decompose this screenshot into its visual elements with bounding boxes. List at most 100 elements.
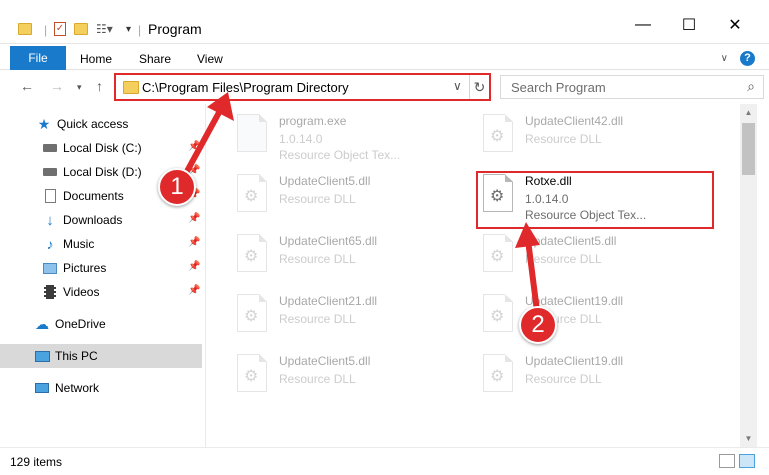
file-item[interactable]: ⚙ UpdateClient5.dll Resource DLL (233, 168, 463, 222)
back-arrow-icon[interactable]: ← (20, 78, 34, 94)
folder-icon (123, 81, 139, 94)
sidebar-item-label: This PC (55, 349, 98, 363)
refresh-icon[interactable]: ↻ (469, 75, 489, 99)
music-icon: ♪ (46, 236, 54, 252)
vertical-scrollbar[interactable]: ▲ ▼ (740, 104, 757, 447)
file-item[interactable]: ⚙ UpdateClient5.dll Resource DLL (233, 348, 463, 402)
pin-icon[interactable]: 📌 (188, 213, 200, 224)
search-input[interactable]: Search Program (511, 80, 606, 95)
drive-icon (42, 164, 58, 180)
videos-icon (42, 284, 58, 300)
file-name: UpdateClient5.dll (279, 174, 371, 188)
navigation-pane: ★ Quick access Local Disk (C:) 📌 Local D… (0, 104, 206, 447)
address-bar[interactable]: C:\Program Files\Program Directory ∨ ↻ (114, 73, 491, 101)
file-item[interactable]: ⚙ UpdateClient65.dll Resource DLL (233, 228, 463, 282)
file-type: Resource DLL (279, 372, 356, 386)
sidebar-item-label: Network (55, 381, 100, 395)
address-dropdown-icon[interactable]: ∨ (453, 79, 462, 93)
scroll-down-icon[interactable]: ▼ (740, 430, 757, 447)
file-item[interactable]: ⚙ UpdateClient21.dll Resource DLL (233, 288, 463, 342)
file-name: UpdateClient5.dll (525, 234, 617, 248)
pin-icon[interactable]: 📌 (188, 261, 200, 272)
sidebar-item-label: Local Disk (D:) (63, 165, 142, 179)
recent-locations-icon[interactable]: ▾ (77, 82, 82, 93)
forward-arrow-icon[interactable]: → (50, 78, 64, 94)
ribbon: File Home Share View ∨ ? (0, 44, 769, 70)
sidebar-item-label: Documents (63, 189, 124, 203)
status-bar: 129 items (0, 447, 769, 475)
customize-toolbar-icon[interactable]: ☷▾ (96, 18, 113, 40)
file-type: Resource DLL (525, 372, 602, 386)
file-name: UpdateClient19.dll (525, 354, 624, 368)
sidebar-item-music[interactable]: ♪ Music 📌 (0, 232, 202, 256)
cloud-icon: ☁ (35, 315, 49, 332)
scroll-up-icon[interactable]: ▲ (740, 104, 757, 121)
step-2-badge: 2 (519, 306, 557, 344)
tab-home[interactable]: Home (80, 52, 112, 66)
sidebar-item-label: Quick access (57, 117, 129, 131)
window-title: Program (148, 21, 202, 37)
tab-view[interactable]: View (197, 52, 223, 66)
documents-icon (42, 188, 58, 204)
file-name: UpdateClient65.dll (279, 234, 378, 248)
file-type: Resource DLL (525, 252, 602, 266)
up-arrow-icon[interactable]: ↑ (96, 78, 103, 94)
sidebar-item-label: OneDrive (55, 317, 106, 331)
details-view-icon[interactable] (719, 454, 735, 468)
file-type: Resource DLL (279, 252, 356, 266)
file-item[interactable]: ⚙ UpdateClient5.dll Resource DLL (479, 228, 709, 282)
sidebar-item-quick-access[interactable]: ★ Quick access (0, 112, 202, 136)
file-type: Resource DLL (279, 192, 356, 206)
file-item[interactable]: ⚙ UpdateClient42.dll Resource DLL (479, 108, 709, 162)
new-folder-icon[interactable] (74, 18, 88, 40)
sidebar-item-label: Downloads (63, 213, 123, 227)
pictures-icon (42, 260, 58, 276)
sidebar-item-this-pc[interactable]: This PC (0, 344, 202, 368)
help-icon[interactable]: ? (740, 51, 755, 66)
downloads-icon: ↓ (46, 211, 54, 229)
search-box[interactable]: Search Program ⌕ (500, 75, 764, 99)
file-item[interactable]: program.exe 1.0.14.0 Resource Object Tex… (233, 108, 463, 162)
highlight-box (476, 171, 714, 229)
scroll-thumb[interactable] (742, 123, 755, 175)
dll-icon: ⚙ (233, 234, 271, 278)
tab-file[interactable]: File (10, 46, 66, 70)
sidebar-item-label: Local Disk (C:) (63, 141, 142, 155)
file-name: UpdateClient5.dll (279, 354, 371, 368)
pin-icon[interactable]: 📌 (188, 285, 200, 296)
step-1-badge: 1 (158, 168, 196, 206)
title-bar: | ✓ ☷▾ ▾ | Program — ☐ ✕ (0, 0, 769, 44)
file-item[interactable]: ⚙ UpdateClient19.dll Resource DLL (479, 348, 709, 402)
file-list: program.exe 1.0.14.0 Resource Object Tex… (207, 104, 740, 447)
pin-icon[interactable]: 📌 (188, 141, 200, 152)
drive-icon (42, 140, 58, 156)
sidebar-item-onedrive[interactable]: ☁ OneDrive (0, 312, 202, 336)
properties-icon[interactable]: ✓ (54, 18, 66, 40)
dll-icon: ⚙ (233, 174, 271, 218)
minimize-button[interactable]: — (620, 10, 666, 40)
sidebar-item-local-disk-c[interactable]: Local Disk (C:) 📌 (0, 136, 202, 160)
tab-share[interactable]: Share (139, 52, 171, 66)
exe-icon (233, 114, 271, 158)
sidebar-item-label: Videos (63, 285, 100, 299)
maximize-button[interactable]: ☐ (666, 10, 712, 40)
item-count: 129 items (10, 455, 63, 469)
computer-icon (34, 348, 50, 364)
file-item[interactable]: ⚙ UpdateClient19.dll Resource DLL (479, 288, 709, 342)
address-path[interactable]: C:\Program Files\Program Directory (142, 80, 349, 95)
sidebar-item-network[interactable]: Network (0, 376, 202, 400)
sidebar-item-videos[interactable]: Videos 📌 (0, 280, 202, 304)
close-button[interactable]: ✕ (712, 10, 758, 40)
search-icon: ⌕ (747, 78, 755, 94)
file-name: UpdateClient21.dll (279, 294, 378, 308)
tiles-view-icon[interactable] (739, 454, 755, 468)
expand-ribbon-icon[interactable]: ∨ (721, 53, 728, 64)
file-name: UpdateClient42.dll (525, 114, 624, 128)
sidebar-item-pictures[interactable]: Pictures 📌 (0, 256, 202, 280)
file-name: program.exe (279, 114, 347, 128)
sidebar-item-downloads[interactable]: ↓ Downloads 📌 (0, 208, 202, 232)
pin-icon[interactable]: 📌 (188, 237, 200, 248)
file-description: Resource Object Tex... (279, 148, 401, 162)
dll-icon: ⚙ (479, 234, 517, 278)
quick-access-dropdown-icon[interactable]: ▾ (126, 18, 131, 40)
